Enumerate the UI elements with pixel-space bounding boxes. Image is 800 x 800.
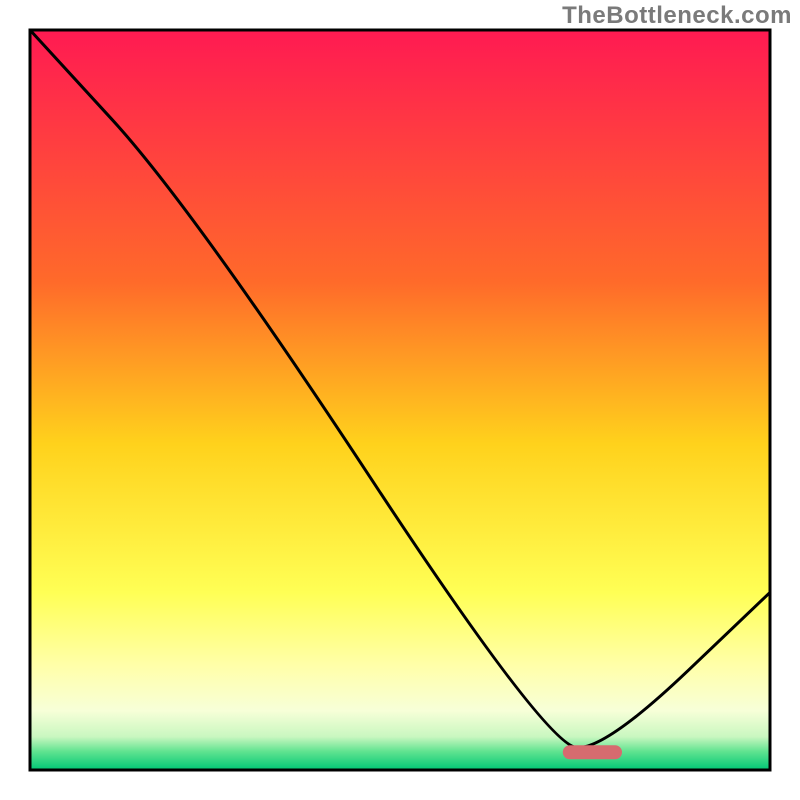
bottleneck-chart: TheBottleneck.com xyxy=(0,0,800,800)
watermark-text: TheBottleneck.com xyxy=(562,2,792,30)
gradient-background xyxy=(30,30,770,770)
curve-minimum-marker xyxy=(563,745,622,759)
plot-svg xyxy=(0,0,800,800)
